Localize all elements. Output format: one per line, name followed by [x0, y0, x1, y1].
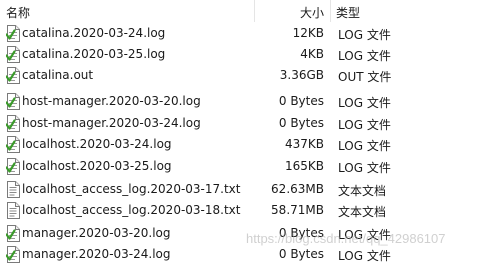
file-size: 0 Bytes	[278, 226, 324, 240]
column-header: 名称 大小 类型	[0, 0, 501, 22]
text-document-icon	[6, 181, 20, 198]
file-row[interactable]: catalina.out 3.36GB OUT 文件	[0, 64, 501, 86]
log-file-icon	[5, 246, 20, 263]
file-size: 437KB	[284, 137, 324, 151]
column-divider[interactable]	[254, 0, 255, 22]
file-type: 文本文档	[338, 184, 387, 198]
file-type: LOG 文件	[338, 118, 391, 132]
file-type: OUT 文件	[338, 70, 392, 84]
file-type: LOG 文件	[338, 249, 391, 263]
file-size: 3.36GB	[279, 68, 324, 82]
file-name: catalina.2020-03-25.log	[22, 47, 166, 61]
file-row[interactable]: localhost_access_log.2020-03-18.txt 58.71…	[0, 199, 501, 221]
file-name: host-manager.2020-03-24.log	[22, 116, 201, 130]
file-row[interactable]: catalina.2020-03-25.log 4KB LOG 文件	[0, 43, 501, 65]
file-row[interactable]: host-manager.2020-03-24.log 0 Bytes LOG 文件	[0, 112, 501, 134]
text-document-icon	[6, 202, 20, 219]
log-file-icon	[5, 158, 20, 175]
log-file-icon	[5, 67, 20, 84]
file-row[interactable]: host-manager.2020-03-20.log 0 Bytes LOG 文件	[0, 90, 501, 112]
file-size: 12KB	[292, 26, 324, 40]
file-type: LOG 文件	[338, 228, 391, 242]
file-size: 4KB	[300, 47, 324, 61]
log-file-icon	[5, 225, 20, 242]
file-name: catalina.out	[22, 68, 94, 82]
file-name: localhost.2020-03-25.log	[22, 159, 172, 173]
log-file-icon	[5, 93, 20, 110]
file-row[interactable]: localhost_access_log.2020-03-17.txt 62.63…	[0, 178, 501, 200]
log-file-icon	[5, 115, 20, 132]
file-row[interactable]: manager.2020-03-24.log 0 Bytes LOG 文件	[0, 243, 501, 265]
log-file-icon	[5, 46, 20, 63]
column-divider[interactable]	[330, 0, 331, 22]
file-name: manager.2020-03-20.log	[22, 226, 171, 240]
log-file-icon	[5, 136, 20, 153]
column-header-size[interactable]: 大小	[290, 4, 324, 21]
file-name: localhost_access_log.2020-03-18.txt	[22, 203, 241, 217]
file-name: host-manager.2020-03-20.log	[22, 94, 201, 108]
file-type: LOG 文件	[338, 49, 391, 63]
file-size: 0 Bytes	[278, 94, 324, 108]
file-type: LOG 文件	[338, 161, 391, 175]
file-size: 58.71MB	[271, 203, 324, 217]
file-row[interactable]: localhost.2020-03-24.log 437KB LOG 文件	[0, 133, 501, 155]
file-type: 文本文档	[338, 205, 387, 219]
log-file-icon	[5, 25, 20, 42]
column-header-name[interactable]: 名称	[6, 4, 30, 21]
column-header-type[interactable]: 类型	[336, 4, 360, 21]
file-name: localhost.2020-03-24.log	[22, 137, 172, 151]
file-size: 165KB	[284, 159, 324, 173]
file-name: localhost_access_log.2020-03-17.txt	[22, 182, 241, 196]
file-name: catalina.2020-03-24.log	[22, 26, 166, 40]
file-row[interactable]: localhost.2020-03-25.log 165KB LOG 文件	[0, 155, 501, 177]
file-type: LOG 文件	[338, 96, 391, 110]
file-size: 62.63MB	[271, 182, 324, 196]
file-type: LOG 文件	[338, 139, 391, 153]
file-type: LOG 文件	[338, 28, 391, 42]
file-size: 0 Bytes	[278, 116, 324, 130]
file-row[interactable]: manager.2020-03-20.log 0 Bytes LOG 文件	[0, 222, 501, 244]
file-row[interactable]: catalina.2020-03-24.log 12KB LOG 文件	[0, 22, 501, 44]
